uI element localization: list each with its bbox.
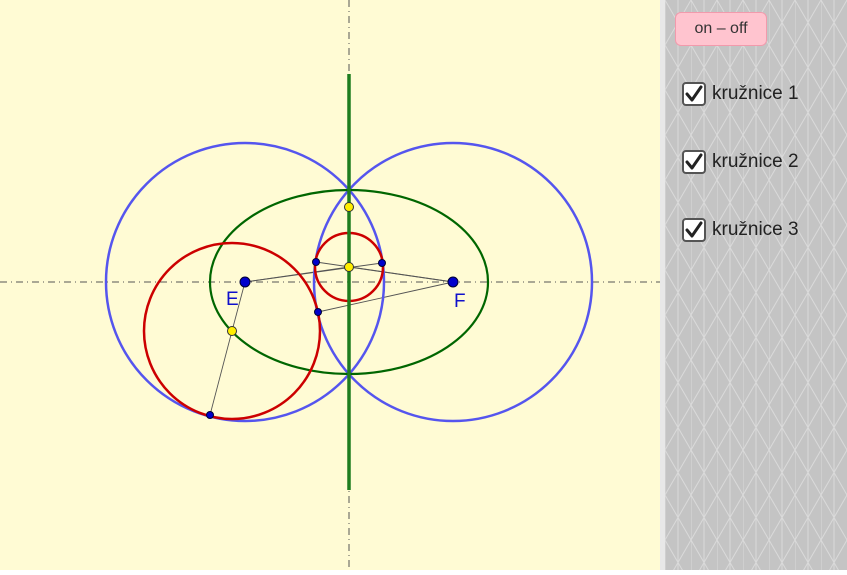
point-small-right[interactable]: [378, 259, 386, 267]
point-e[interactable]: [239, 276, 251, 288]
segment-p6-p7: [209, 330, 233, 416]
checkmark-icon: [685, 153, 703, 170]
checkbox-1-label: kružnice 1: [712, 83, 799, 104]
construction-canvas[interactable]: E F: [0, 0, 660, 570]
checkbox-3-box[interactable]: [682, 218, 706, 242]
checkbox-3-label: kružnice 3: [712, 219, 799, 240]
graphics-view[interactable]: E F: [0, 0, 660, 570]
on-off-button[interactable]: on – off: [675, 12, 767, 46]
point-f[interactable]: [447, 276, 459, 288]
label-e: E: [226, 289, 239, 310]
checkmark-icon: [685, 221, 703, 238]
checkbox-circle-2[interactable]: kružnice 2: [682, 148, 799, 176]
point-bottom-left[interactable]: [206, 411, 214, 419]
point-lower-mid[interactable]: [314, 308, 322, 316]
checkbox-circle-3[interactable]: kružnice 3: [682, 216, 799, 244]
checkbox-2-label: kružnice 2: [712, 151, 799, 172]
label-f: F: [454, 291, 466, 312]
side-panel: on – off kružnice 1 kružnice 2 kružnice …: [665, 0, 847, 570]
checkbox-1-box[interactable]: [682, 82, 706, 106]
checkbox-circle-1[interactable]: kružnice 1: [682, 80, 799, 108]
segment-f-p5: [317, 281, 454, 313]
point-yellow-top[interactable]: [344, 202, 354, 212]
point-yellow-center[interactable]: [344, 262, 354, 272]
point-small-left[interactable]: [312, 258, 320, 266]
checkmark-icon: [685, 85, 703, 102]
checkbox-2-box[interactable]: [682, 150, 706, 174]
segment-f-p3: [348, 266, 454, 283]
point-yellow-left[interactable]: [227, 326, 237, 336]
